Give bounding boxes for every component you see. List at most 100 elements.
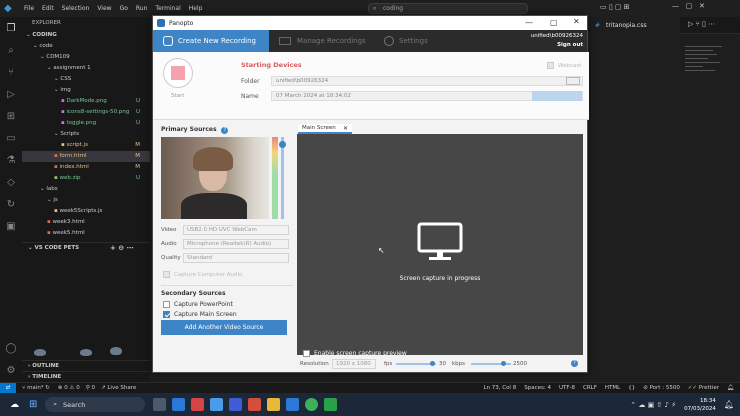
info-icon[interactable]: ? xyxy=(221,127,229,134)
pets-actions-icons[interactable]: + ⊖ ⋯ xyxy=(110,243,134,254)
testing-icon[interactable]: ⚗ xyxy=(0,149,22,171)
explorer-icon[interactable]: ❐ xyxy=(0,17,22,39)
chrome-icon[interactable] xyxy=(305,398,319,411)
live-share-status[interactable]: ↗ Live Share xyxy=(101,385,136,391)
webcast-checkbox[interactable] xyxy=(547,62,554,69)
vscode-taskbar-icon[interactable] xyxy=(286,398,300,411)
weather-icon[interactable]: ☁ xyxy=(10,400,19,410)
tab-manage-recordings[interactable]: Manage Recordings xyxy=(269,30,374,52)
tree-folder-item[interactable]: ⌄ img xyxy=(22,85,150,96)
app-icon-4[interactable] xyxy=(229,398,243,411)
capture-powerpoint-option[interactable]: Capture PowerPoint xyxy=(163,301,233,308)
minimap[interactable] xyxy=(685,43,731,103)
task-view-icon[interactable] xyxy=(153,398,167,411)
capture-main-screen-option[interactable]: Capture Main Screen xyxy=(163,311,237,318)
add-video-source-button[interactable]: Add Another Video Source xyxy=(161,320,287,335)
problems-status[interactable]: ⊗ 0 ⚠ 0 xyxy=(58,385,80,391)
maximize-button[interactable]: ▢ xyxy=(550,18,558,27)
quality-select[interactable]: Standard xyxy=(183,253,289,263)
app-icon-5[interactable] xyxy=(248,398,262,411)
tree-file-item[interactable]: ▪ script.js M xyxy=(22,140,150,151)
search-view-icon[interactable]: ⌕ xyxy=(0,39,22,61)
resolution-select[interactable]: 1920 x 1080 xyxy=(332,359,376,369)
audio-gain-slider[interactable] xyxy=(279,137,286,219)
fps-slider-thumb[interactable] xyxy=(430,361,435,366)
sign-out-link[interactable]: Sign out xyxy=(531,41,583,50)
notifications-bell-icon[interactable]: 🔔︎ xyxy=(727,385,734,391)
menu-item-run[interactable]: Run xyxy=(136,5,148,12)
webcast-option[interactable]: Webcast xyxy=(547,62,581,69)
docker-icon[interactable]: ◇ xyxy=(0,171,22,193)
cursor-position[interactable]: Ln 73, Col 8 xyxy=(483,385,516,391)
menu-item-view[interactable]: View xyxy=(97,5,111,12)
manage-gear-icon[interactable]: ⚙ xyxy=(0,359,22,381)
tree-file-item[interactable]: ▪ index.html M xyxy=(22,162,150,173)
tree-folder-item[interactable]: ⌄ Scripts xyxy=(22,129,150,140)
main-screen-tab[interactable]: Main Screen ✕ xyxy=(298,124,352,134)
taskbar-search-box[interactable]: ⌕ Search xyxy=(45,397,146,412)
ports-status[interactable]: ⚲ 0 xyxy=(86,385,95,391)
window-controls[interactable]: — ▢ ✕ xyxy=(672,2,705,10)
menu-item-file[interactable]: File xyxy=(24,5,34,12)
kbps-slider[interactable] xyxy=(471,361,511,366)
tree-folder-item[interactable]: ⌄ assignment 1 xyxy=(22,63,150,74)
name-action-button[interactable] xyxy=(532,91,582,101)
kbps-slider-thumb[interactable] xyxy=(501,361,506,366)
run-debug-icon[interactable]: ▷ xyxy=(0,83,22,105)
notification-icon[interactable]: 🔔︎ xyxy=(724,400,734,409)
prettier-status[interactable]: ✓✓ Prettier xyxy=(688,385,719,391)
menu-item-selection[interactable]: Selection xyxy=(62,5,90,12)
eol-status[interactable]: CRLF xyxy=(583,385,597,391)
name-field[interactable]: 07 March 2024 at 18:34:02 xyxy=(271,91,583,101)
tree-folder-item[interactable]: ⌄ js xyxy=(22,195,150,206)
pets-panel-header[interactable]: ⌄ VS CODE PETS + ⊖ ⋯ xyxy=(22,242,150,253)
timeline-header[interactable]: › TIMELINE xyxy=(22,371,150,382)
file-explorer-icon[interactable] xyxy=(267,398,281,411)
app-icon-3[interactable] xyxy=(210,398,224,411)
fps-slider[interactable] xyxy=(396,361,436,366)
account-icon[interactable]: ◯ xyxy=(0,337,22,359)
editor-actions-icons[interactable]: ▷ ⑂ ▯ ⋯ xyxy=(688,20,715,28)
capture-powerpoint-checkbox[interactable] xyxy=(163,301,170,308)
close-button[interactable]: ✕ xyxy=(573,17,580,26)
enable-preview-option[interactable]: Enable screen capture preview xyxy=(303,350,407,357)
tab-create-new-recording[interactable]: Create New Recording xyxy=(153,30,269,52)
folder-field[interactable]: unified\b00926324 xyxy=(271,76,583,86)
pets-icon[interactable]: ▣ xyxy=(0,215,22,237)
menu-item-help[interactable]: Help xyxy=(189,5,203,12)
tree-file-item[interactable]: ▪ icons8-settings-50.png U xyxy=(22,107,150,118)
source-control-icon[interactable]: ⑂ xyxy=(0,61,22,83)
capture-computer-audio-option[interactable]: Capture Computer Audio xyxy=(163,271,242,278)
tree-folder-item[interactable]: ⌄ CDM109 xyxy=(22,52,150,63)
video-select[interactable]: USB2.0 HD UVC WebCam xyxy=(183,225,289,235)
audio-select[interactable]: Microphone (Realtek(R) Audio) xyxy=(183,239,289,249)
tree-file-item[interactable]: ▪ toggle.png U xyxy=(22,118,150,129)
indentation-status[interactable]: Spaces: 4 xyxy=(524,385,551,391)
menu-item-terminal[interactable]: Terminal xyxy=(155,5,180,12)
record-button[interactable] xyxy=(163,58,193,88)
editor-tab[interactable]: # tritanopia.css xyxy=(590,17,680,34)
tree-file-item[interactable]: ▪ web.zip U xyxy=(22,173,150,184)
capture-computer-audio-checkbox[interactable] xyxy=(163,271,170,278)
port-status[interactable]: ⊘ Port : 5500 xyxy=(643,385,680,391)
tree-file-item[interactable]: ▪ form.html M xyxy=(22,151,150,162)
tree-file-item[interactable]: ▪ week5Scripts.js xyxy=(22,206,150,217)
tree-folder-item[interactable]: ⌄ CSS xyxy=(22,74,150,85)
panopto-taskbar-icon[interactable] xyxy=(324,398,338,411)
extensions-icon[interactable]: ⊞ xyxy=(0,105,22,127)
start-windows-icon[interactable]: ⊞ xyxy=(29,399,37,410)
tab-settings[interactable]: Settings xyxy=(374,30,479,52)
menu-item-edit[interactable]: Edit xyxy=(42,5,54,12)
enable-preview-checkbox[interactable] xyxy=(303,350,310,357)
encoding-status[interactable]: UTF-8 xyxy=(559,385,575,391)
live-share-icon[interactable]: ↻ xyxy=(0,193,22,215)
tree-file-item[interactable]: ▪ week3.html xyxy=(22,217,150,228)
outline-header[interactable]: › OUTLINE xyxy=(22,360,150,371)
capture-main-screen-checkbox[interactable] xyxy=(163,311,170,318)
system-tray-icons[interactable]: ⌃ ☁ ▣ ⇧ ♪ ⚡ xyxy=(630,401,676,409)
language-status[interactable]: HTML xyxy=(605,385,620,391)
tree-file-item[interactable]: ▪ DarkMode.png U xyxy=(22,96,150,107)
branch-status[interactable]: ⑂ main* ↻ xyxy=(22,385,50,391)
app-icon-2[interactable] xyxy=(191,398,205,411)
close-tab-icon[interactable]: ✕ xyxy=(343,124,348,133)
